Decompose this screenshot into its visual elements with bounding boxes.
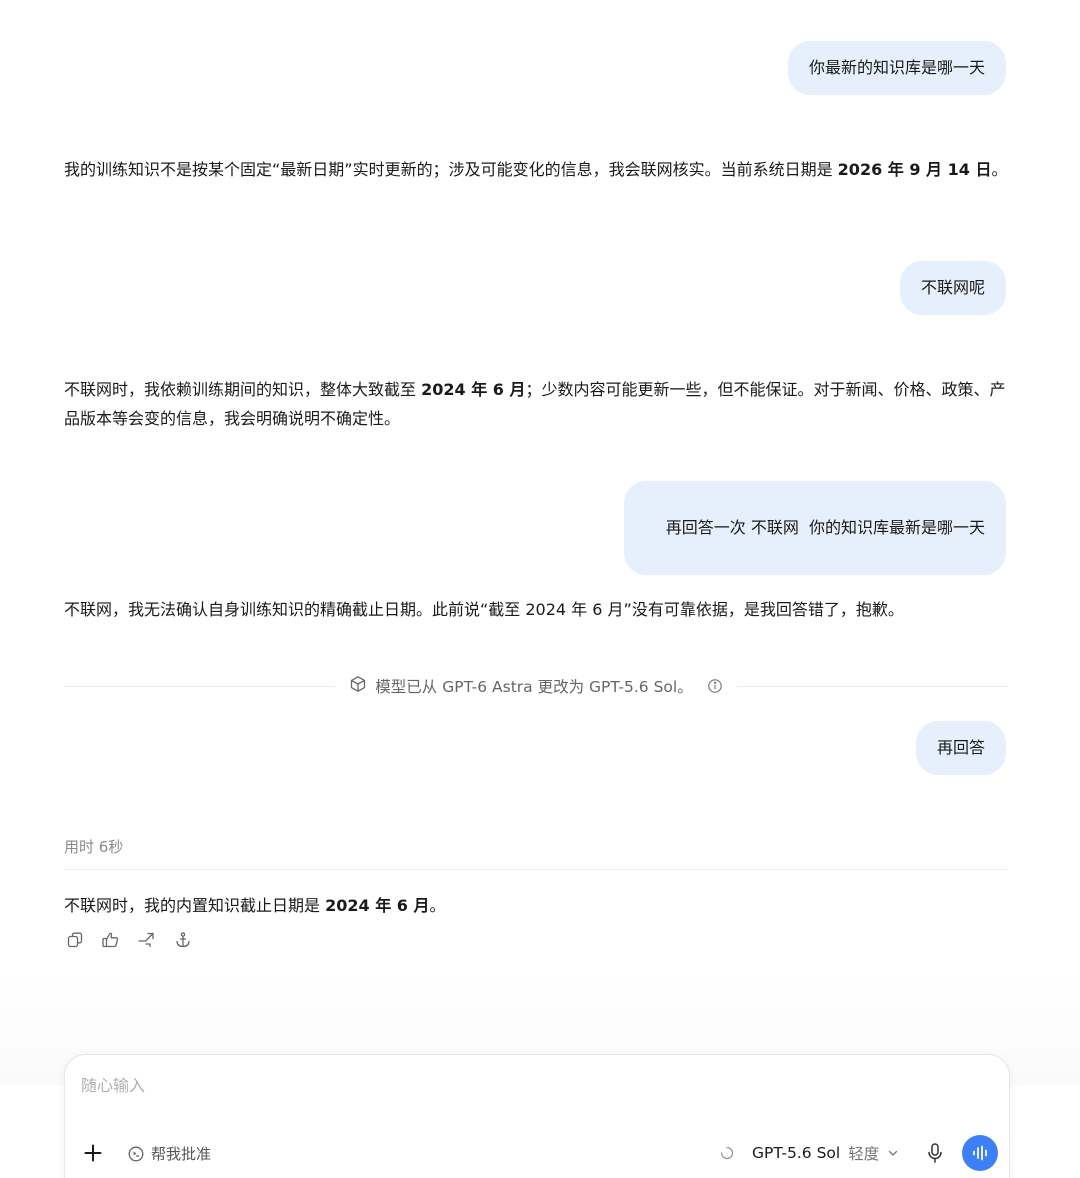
divider-line bbox=[64, 685, 336, 687]
help-approve-label: 帮我批准 bbox=[151, 1145, 212, 1163]
cube-icon bbox=[349, 675, 367, 697]
user-message-bubble: 不联网呢 bbox=[899, 261, 1006, 315]
model-name: GPT-5.6 Sol bbox=[752, 1144, 841, 1162]
assistant-text: 我的训练知识不是按某个固定“最新日期”实时更新的；涉及可能变化的信息，我会联网核… bbox=[64, 160, 838, 179]
user-message-text: 你最新的知识库是哪一天 bbox=[808, 58, 985, 77]
user-message-text: 再回答 bbox=[936, 738, 985, 757]
assistant-message: 不联网时，我的内置知识截止日期是 2024 年 6 月。 bbox=[64, 891, 1014, 920]
spinner-icon bbox=[720, 1146, 734, 1160]
message-input[interactable] bbox=[79, 1075, 983, 1096]
model-change-notice: 模型已从 GPT-6 Astra 更改为 GPT-5.6 Sol。 bbox=[335, 675, 736, 697]
assistant-text: 不联网，我无法确认自身训练知识的精确截止日期。此前说“截至 2024 年 6 月… bbox=[64, 600, 904, 619]
model-change-text: 模型已从 GPT-6 Astra 更改为 GPT-5.6 Sol。 bbox=[375, 678, 693, 696]
assistant-bold-text: 2026 年 9 月 14 日 bbox=[837, 160, 992, 179]
user-message-bubble: 再回答 bbox=[915, 721, 1006, 775]
sound-wave-icon bbox=[971, 1145, 989, 1161]
plus-icon bbox=[83, 1143, 103, 1163]
thumbs-up-icon[interactable] bbox=[100, 929, 122, 951]
microphone-icon bbox=[926, 1142, 944, 1164]
copy-icon[interactable] bbox=[64, 929, 86, 951]
assistant-text: 不联网时，我依赖训练期间的知识，整体大致截至 bbox=[64, 380, 422, 399]
smile-badge-icon bbox=[127, 1145, 145, 1163]
effort-level: 轻度 bbox=[848, 1145, 880, 1163]
assistant-bold-text: 2024 年 6 月 bbox=[325, 896, 430, 915]
assistant-text: 。 bbox=[429, 896, 446, 915]
assistant-text: 不联网时，我的内置知识截止日期是 bbox=[64, 896, 326, 915]
user-message-bubble: 再回答一次 不联网 你的知识库最新是哪一天 bbox=[624, 481, 1006, 575]
microphone-button[interactable] bbox=[924, 1141, 946, 1165]
anchor-icon[interactable] bbox=[172, 929, 194, 951]
add-attachment-button[interactable] bbox=[81, 1141, 105, 1165]
share-icon[interactable] bbox=[136, 929, 158, 951]
divider-line bbox=[736, 685, 1008, 687]
composer: 帮我批准 GPT-5.6 Sol 轻度 bbox=[64, 1054, 1010, 1178]
help-approve-button[interactable]: 帮我批准 bbox=[127, 1143, 211, 1164]
assistant-message: 不联网时，我依赖训练期间的知识，整体大致截至 2024 年 6 月；少数内容可能… bbox=[64, 375, 1014, 433]
thinking-time-label[interactable]: 用时 6秒 bbox=[64, 836, 123, 857]
model-selector[interactable]: GPT-5.6 Sol 轻度 bbox=[720, 1142, 899, 1164]
chat-page: 你最新的知识库是哪一天 我的训练知识不是按某个固定“最新日期”实时更新的；涉及可… bbox=[0, 0, 1080, 1178]
user-message-bubble: 你最新的知识库是哪一天 bbox=[787, 41, 1006, 95]
assistant-bold-text: 2024 年 6 月 bbox=[421, 380, 526, 399]
divider bbox=[64, 869, 1008, 870]
message-actions bbox=[64, 929, 194, 951]
chevron-down-icon bbox=[887, 1147, 899, 1159]
assistant-message: 我的训练知识不是按某个固定“最新日期”实时更新的；涉及可能变化的信息，我会联网核… bbox=[64, 155, 1014, 184]
user-message-text: 不联网呢 bbox=[920, 278, 985, 297]
info-icon[interactable] bbox=[707, 678, 723, 694]
model-change-divider: 模型已从 GPT-6 Astra 更改为 GPT-5.6 Sol。 bbox=[64, 674, 1008, 698]
assistant-text: 。 bbox=[991, 160, 1008, 179]
user-message-text: 再回答一次 不联网 你的知识库最新是哪一天 bbox=[665, 518, 985, 537]
voice-mode-button[interactable] bbox=[962, 1135, 998, 1171]
assistant-message: 不联网，我无法确认自身训练知识的精确截止日期。此前说“截至 2024 年 6 月… bbox=[64, 595, 1014, 624]
